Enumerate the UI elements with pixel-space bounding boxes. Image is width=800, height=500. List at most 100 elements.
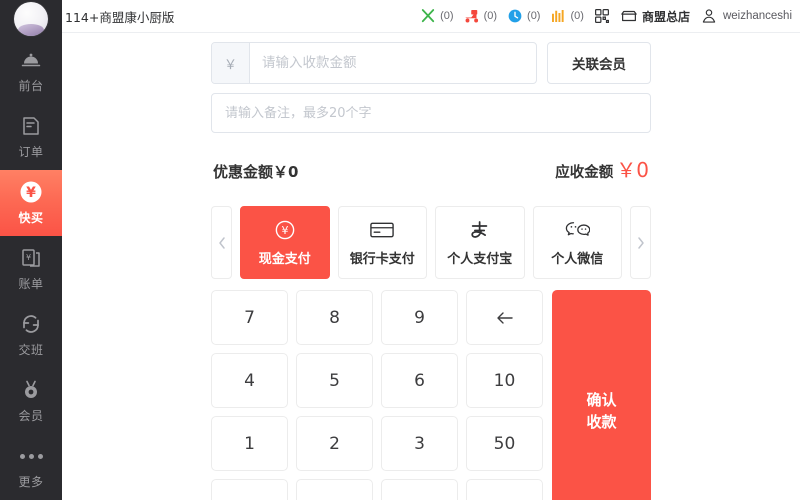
- sidebar-nav: 前台 订单 ¥ 快买 ¥ 账单 交班 会员 更多: [0, 38, 62, 500]
- payment-method-wechat[interactable]: 个人微信: [532, 206, 622, 279]
- svg-text:¥: ¥: [26, 253, 31, 262]
- header-stat-pending[interactable]: (0): [506, 7, 540, 25]
- key-5[interactable]: 5: [296, 353, 373, 408]
- pos-app-window: 前台 订单 ¥ 快买 ¥ 账单 交班 会员 更多 114+商盟康小厨版 (0) …: [0, 0, 800, 500]
- sidebar-item-more[interactable]: 更多: [0, 434, 62, 500]
- key-6[interactable]: 6: [381, 353, 458, 408]
- payment-prev-button[interactable]: [211, 206, 232, 279]
- key-quick-10[interactable]: 10: [466, 353, 543, 408]
- clock-icon: [506, 7, 524, 25]
- key-row4-col4[interactable]: [466, 479, 543, 500]
- key-row4-col2[interactable]: [296, 479, 373, 500]
- link-member-button[interactable]: 关联会员: [547, 42, 651, 84]
- user-menu[interactable]: weizhanceshi: [700, 7, 792, 25]
- sidebar-item-frontdesk[interactable]: 前台: [0, 38, 62, 104]
- amount-input[interactable]: [250, 43, 536, 83]
- key-row4-col1[interactable]: [211, 479, 288, 500]
- order-document-icon: [19, 114, 43, 138]
- sidebar: 前台 订单 ¥ 快买 ¥ 账单 交班 会员 更多: [0, 0, 62, 500]
- user-icon: [700, 7, 718, 25]
- sidebar-item-members[interactable]: 会员: [0, 368, 62, 434]
- avatar[interactable]: [14, 2, 48, 36]
- key-2[interactable]: 2: [296, 416, 373, 471]
- confirm-payment-button[interactable]: 确认 收款: [552, 290, 651, 500]
- currency-prefix: ￥: [212, 43, 250, 83]
- sidebar-item-quickbuy[interactable]: ¥ 快买: [0, 170, 62, 236]
- sidebar-item-orders[interactable]: 订单: [0, 104, 62, 170]
- header-stat-count: (0): [527, 10, 541, 22]
- username-label: weizhanceshi: [722, 10, 792, 22]
- key-4[interactable]: 4: [211, 353, 288, 408]
- sidebar-item-label: 订单: [18, 145, 44, 159]
- alipay-icon: [468, 219, 492, 241]
- payment-method-alipay[interactable]: 个人支付宝: [435, 206, 525, 279]
- header-stat-delivery[interactable]: (0): [463, 7, 497, 25]
- sidebar-item-shiftchange[interactable]: 交班: [0, 302, 62, 368]
- payment-method-label: 现金支付: [258, 251, 311, 267]
- bar-chart-icon: [549, 7, 567, 25]
- bank-card-icon: [370, 219, 395, 241]
- payment-method-cash[interactable]: ¥ 现金支付: [240, 206, 330, 279]
- store-icon: [620, 7, 638, 25]
- store-selector[interactable]: 商盟总店: [620, 7, 690, 25]
- header-stat-dinein[interactable]: (0): [419, 7, 454, 25]
- scooter-delivery-icon: [463, 7, 481, 25]
- payment-methods-row: ¥ 现金支付 银行卡支付 个人支付宝 个人微信: [211, 206, 651, 279]
- keypad-area: 7 8 9 4 5 6 10 1 2 3 50 确认 收款: [211, 290, 651, 500]
- confirm-line-2: 收款: [586, 413, 617, 431]
- quick-pay-panel: ￥ 关联会员 优惠金额￥0 应收金额￥0: [211, 33, 651, 500]
- avatar-container[interactable]: [0, 0, 62, 38]
- key-7[interactable]: 7: [211, 290, 288, 345]
- store-name-label: 商盟总店: [641, 9, 690, 24]
- chevron-right-icon: [635, 235, 647, 251]
- key-1[interactable]: 1: [211, 416, 288, 471]
- yuan-circle-icon: ¥: [19, 180, 43, 204]
- svg-text:¥: ¥: [281, 224, 288, 237]
- receivable-value: ￥0: [616, 158, 649, 182]
- backspace-arrow-icon: [495, 310, 515, 326]
- key-row4-col3[interactable]: [381, 479, 458, 500]
- header-stat-count: (0): [570, 10, 584, 22]
- remark-input[interactable]: [211, 93, 651, 133]
- key-backspace[interactable]: [466, 290, 543, 345]
- sidebar-item-label: 前台: [18, 79, 44, 93]
- header-right-tools: (0) (0) (0) (0) 商盟总店 weizhanceshi: [419, 0, 800, 32]
- header-stat-count: (0): [440, 10, 454, 22]
- payment-method-label: 银行卡支付: [349, 251, 415, 267]
- cloche-icon: [19, 48, 43, 72]
- sidebar-item-label: 会员: [18, 409, 44, 423]
- bill-icon: ¥: [19, 246, 43, 270]
- chevron-left-icon: [216, 235, 228, 251]
- key-9[interactable]: 9: [381, 290, 458, 345]
- utensils-icon: [419, 7, 437, 25]
- main-content: ￥ 关联会员 优惠金额￥0 应收金额￥0: [62, 33, 800, 500]
- amount-field[interactable]: ￥: [211, 42, 537, 84]
- sidebar-item-label: 交班: [18, 343, 44, 357]
- wechat-icon: [564, 219, 591, 241]
- sidebar-item-label: 快买: [18, 211, 44, 225]
- sidebar-item-bills[interactable]: ¥ 账单: [0, 236, 62, 302]
- page-title: 114+商盟康小厨版: [65, 9, 175, 25]
- refresh-shift-icon: [19, 312, 43, 336]
- header-stat-report[interactable]: (0): [549, 7, 584, 25]
- svg-text:¥: ¥: [26, 185, 36, 201]
- sidebar-item-label: 更多: [18, 475, 44, 489]
- yuan-circle-icon: ¥: [274, 219, 296, 241]
- keypad-grid: 7 8 9 4 5 6 10 1 2 3 50: [211, 290, 543, 500]
- payment-method-label: 个人微信: [551, 251, 604, 267]
- amount-row: ￥ 关联会员: [211, 42, 651, 84]
- payment-next-button[interactable]: [630, 206, 651, 279]
- more-dots-icon: [19, 444, 43, 468]
- discount-amount-label: 优惠金额￥0: [213, 163, 299, 181]
- header-stat-count: (0): [483, 10, 498, 22]
- key-3[interactable]: 3: [381, 416, 458, 471]
- app-header: 114+商盟康小厨版 (0) (0) (0) (0) 商盟总店 weizhanc…: [62, 0, 800, 33]
- qr-code-button[interactable]: [593, 7, 611, 25]
- sidebar-item-label: 账单: [18, 277, 44, 291]
- confirm-line-1: 确认: [586, 391, 617, 410]
- key-8[interactable]: 8: [296, 290, 373, 345]
- medal-member-icon: [19, 378, 43, 402]
- key-quick-50[interactable]: 50: [466, 416, 543, 471]
- qr-code-icon: [593, 7, 611, 25]
- payment-method-bankcard[interactable]: 银行卡支付: [337, 206, 427, 279]
